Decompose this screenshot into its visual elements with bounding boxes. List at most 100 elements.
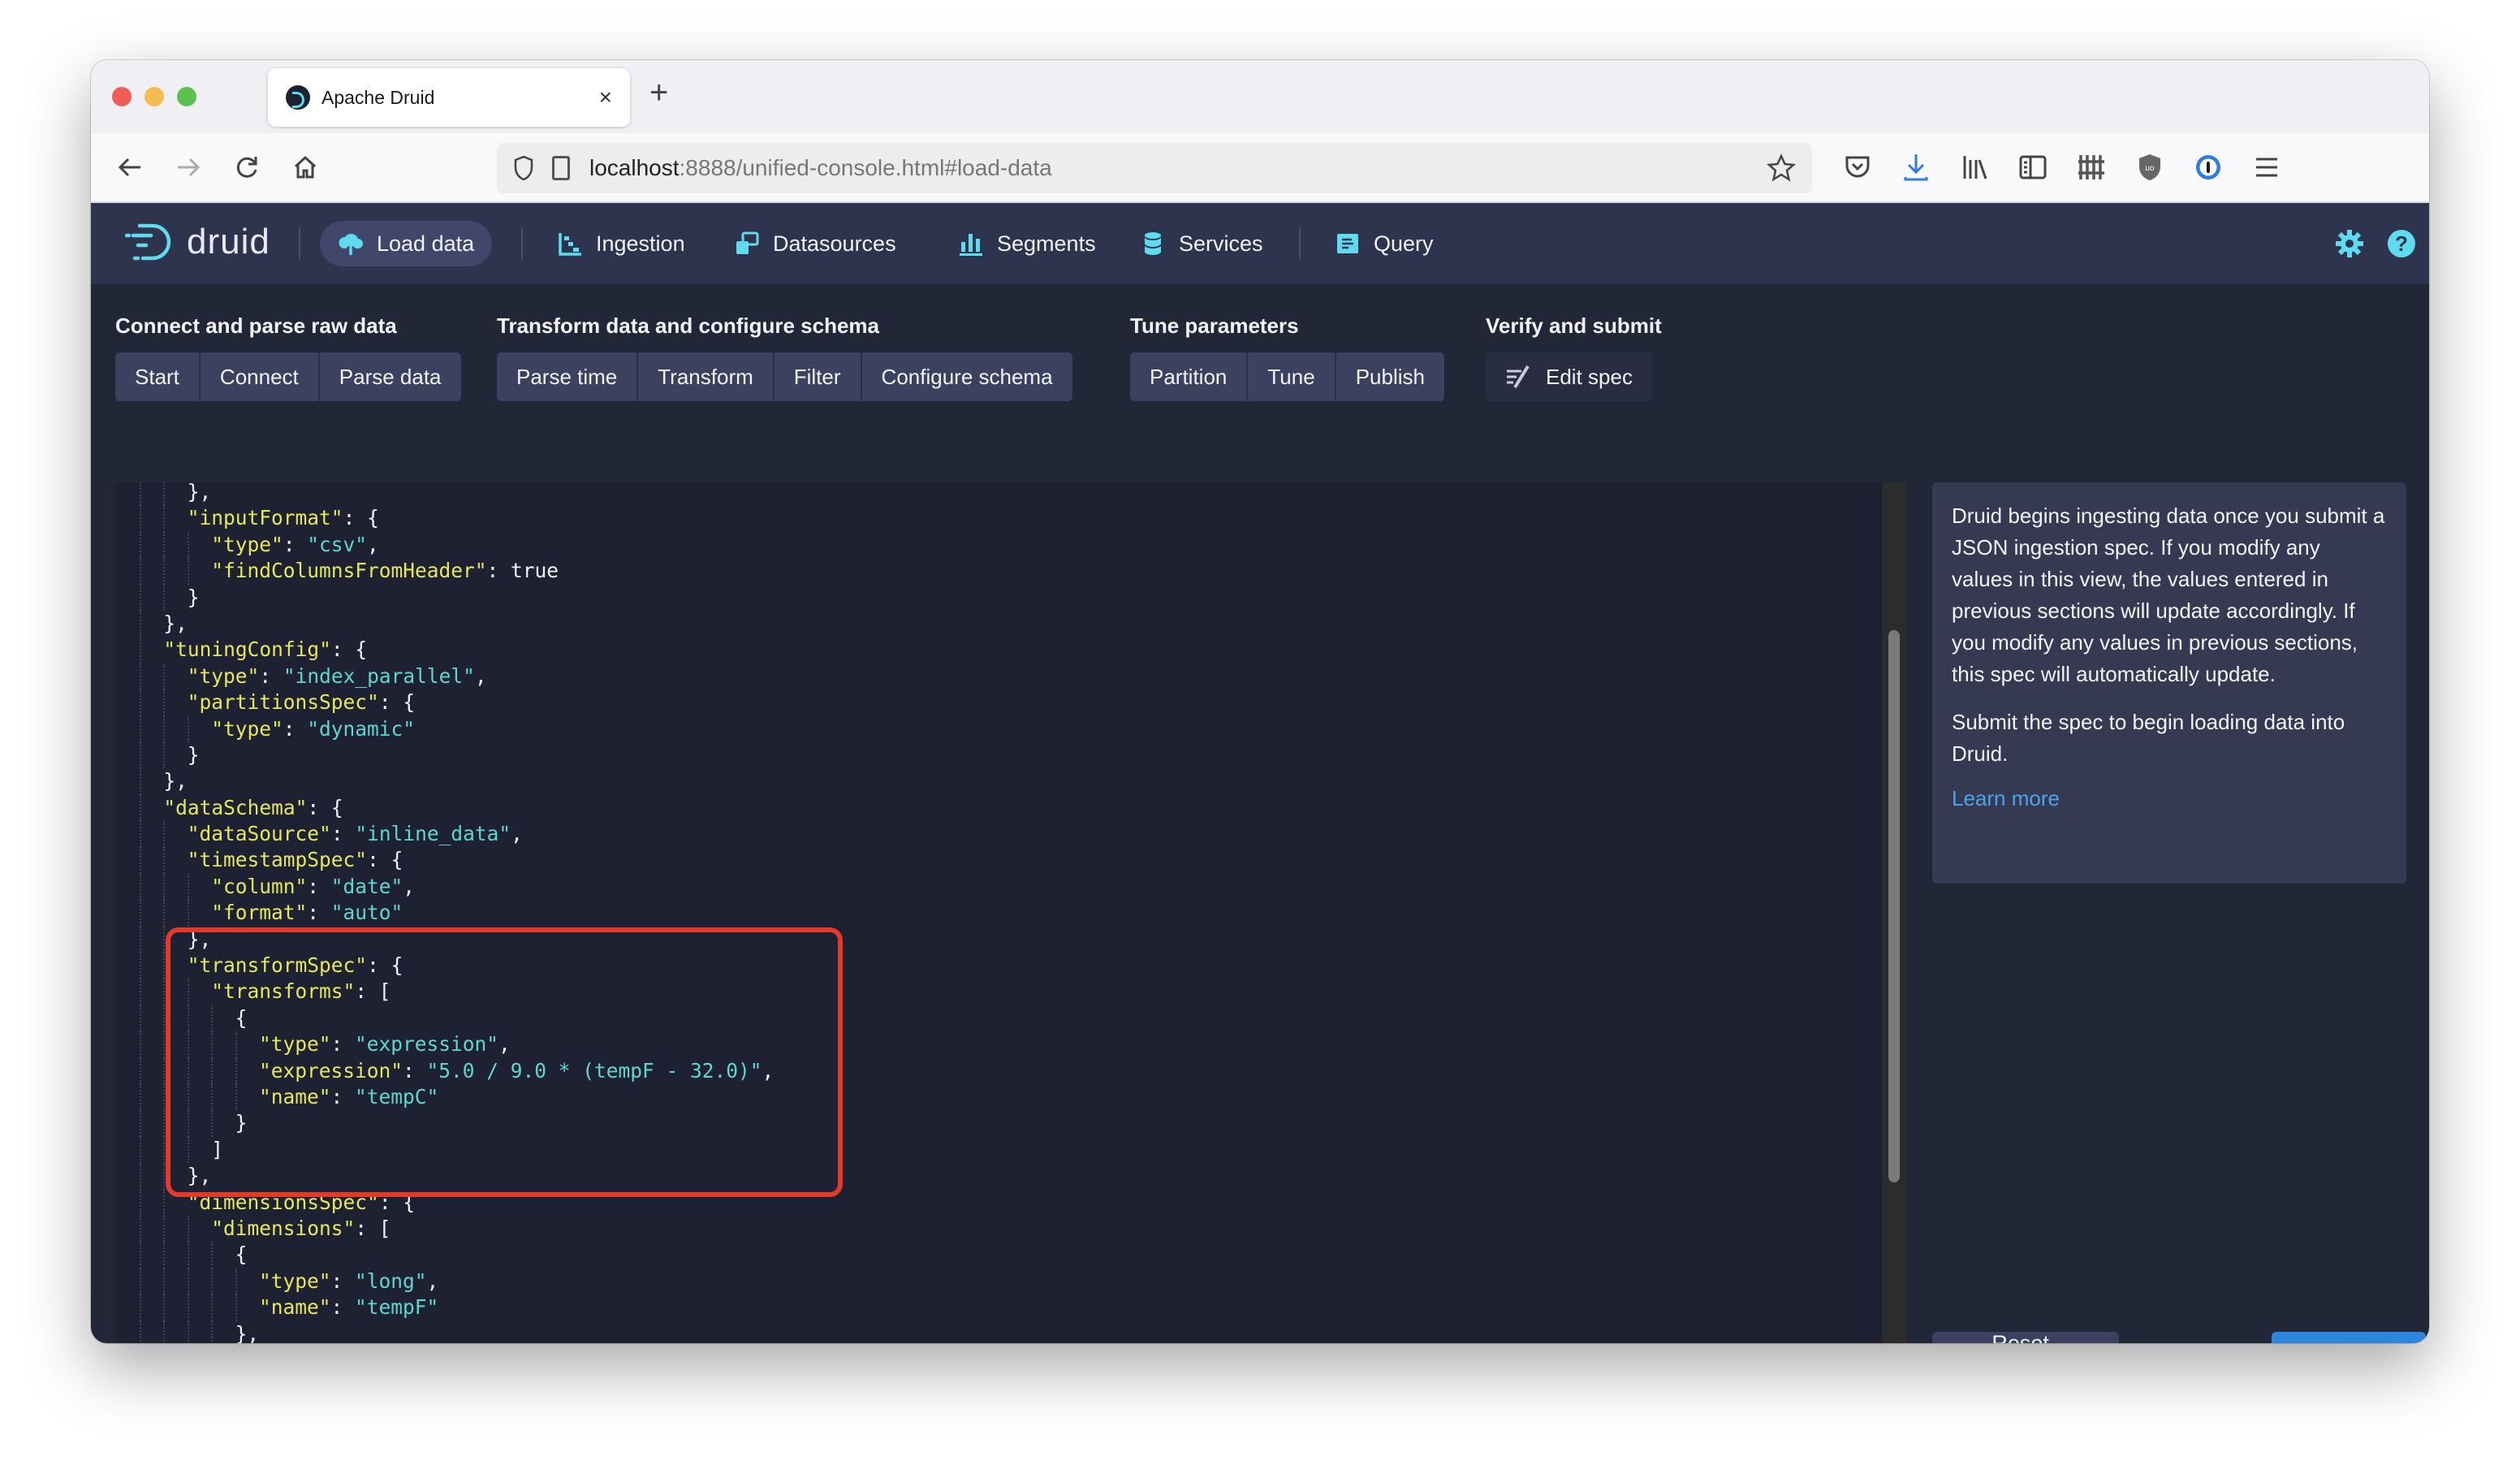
- indent-guide: [140, 610, 141, 637]
- step-group-connect: Connect and parse raw data Start Connect…: [115, 313, 461, 401]
- step-parse-time-button[interactable]: Parse time: [497, 352, 639, 401]
- indent-guide: [211, 1320, 214, 1343]
- nav-query[interactable]: Query: [1317, 221, 1452, 266]
- nav-segments[interactable]: Segments: [940, 221, 1114, 266]
- json-key: "transforms": [211, 979, 356, 1004]
- editor-scrollbar[interactable]: [1882, 482, 1906, 1343]
- load-data-view: Connect and parse raw data Start Connect…: [91, 284, 2429, 1343]
- step-parse-data-button[interactable]: Parse data: [319, 352, 461, 401]
- indent-guide: [235, 1031, 237, 1058]
- code-content: "column": "date",: [211, 874, 415, 900]
- step-start-button[interactable]: Start: [115, 352, 201, 401]
- step-connect-button[interactable]: Connect: [200, 352, 320, 401]
- settings-gear-icon[interactable]: [2333, 227, 2366, 260]
- code-content: "timestampSpec": {: [188, 847, 403, 873]
- json-punctuation: },: [187, 927, 212, 951]
- nav-datasources[interactable]: Datasources: [716, 221, 914, 266]
- indent-guide: [211, 1005, 214, 1032]
- indent-guide: [140, 558, 141, 585]
- nav-services[interactable]: Services: [1122, 221, 1281, 266]
- indent-guide: [163, 1242, 166, 1268]
- druid-logo[interactable]: druid: [125, 221, 270, 263]
- indent-guide: [187, 1136, 189, 1164]
- code-content: "expression": "5.0 / 9.0 * (tempF - 32.0…: [259, 1058, 774, 1084]
- back-icon[interactable]: [112, 149, 148, 185]
- fence-extension-icon[interactable]: [2075, 151, 2108, 184]
- indent-guide: [140, 505, 141, 532]
- reload-icon[interactable]: [229, 149, 265, 185]
- indent-guide: [187, 1215, 189, 1242]
- menu-icon[interactable]: [2250, 151, 2283, 184]
- step-edit-spec-button[interactable]: Edit spec: [1486, 352, 1652, 401]
- tracking-shield-icon[interactable]: [513, 155, 534, 181]
- home-icon[interactable]: [287, 149, 323, 185]
- code-content: "type": "expression",: [259, 1031, 511, 1057]
- forward-icon[interactable]: [170, 149, 206, 185]
- json-punctuation: {: [235, 1005, 248, 1030]
- browser-toolbar: localhost:8888/unified-console.html#load…: [91, 133, 2429, 203]
- indent-guide: [211, 1083, 214, 1111]
- json-spec-editor[interactable]: }, "inputFormat": {"type": "csv", "findCol…: [115, 482, 1906, 1343]
- nav-load-data[interactable]: Load data: [320, 221, 493, 266]
- step-publish-button[interactable]: Publish: [1336, 352, 1444, 401]
- help-icon[interactable]: ?: [2385, 227, 2418, 260]
- step-partition-button[interactable]: Partition: [1130, 352, 1249, 401]
- indent-guide: [187, 1268, 189, 1295]
- step-tune-button[interactable]: Tune: [1248, 352, 1336, 401]
- address-bar[interactable]: localhost:8888/unified-console.html#load…: [497, 143, 1812, 193]
- indent-guide: [140, 873, 141, 901]
- indent-guide: [163, 979, 166, 1005]
- indent-guide: [140, 1163, 141, 1190]
- json-punctuation: },: [187, 1164, 212, 1188]
- onepassword-icon[interactable]: [2192, 151, 2224, 184]
- json-string: "date": [330, 874, 403, 898]
- submit-button[interactable]: Submit: [2272, 1332, 2426, 1343]
- json-punctuation: : {: [378, 1190, 416, 1214]
- library-icon[interactable]: [1958, 151, 1991, 184]
- step-transform-button[interactable]: Transform: [638, 352, 775, 401]
- indent-guide: [211, 1268, 214, 1295]
- indent-guide: [140, 1005, 141, 1032]
- browser-tab-active[interactable]: Apache Druid ×: [268, 68, 630, 127]
- json-string: "csv": [307, 532, 367, 556]
- pocket-icon[interactable]: [1841, 151, 1874, 184]
- nav-label: Datasources: [773, 231, 896, 256]
- indent-guide: [140, 689, 141, 716]
- indent-guide: [163, 1163, 166, 1190]
- page-info-icon[interactable]: [552, 156, 570, 180]
- step-filter-button[interactable]: Filter: [774, 352, 862, 401]
- json-key: "dataSource": [187, 822, 331, 846]
- code-content: "name": "tempF": [259, 1294, 438, 1320]
- nav-ingestion[interactable]: Ingestion: [539, 221, 703, 266]
- zoom-window-button[interactable]: [177, 87, 196, 106]
- step-configure-schema-button[interactable]: Configure schema: [861, 352, 1072, 401]
- json-key: "timestampSpec": [187, 848, 368, 872]
- new-tab-button[interactable]: +: [649, 75, 668, 111]
- downloads-icon[interactable]: [1900, 151, 1932, 184]
- minimize-window-button[interactable]: [145, 87, 164, 106]
- json-punctuation: ,: [403, 874, 415, 898]
- sidebar-icon[interactable]: [2017, 151, 2049, 184]
- indent-guide: [140, 584, 141, 611]
- indent-guide: [163, 531, 166, 559]
- code-content: }: [188, 742, 200, 768]
- json-key: "column": [211, 874, 308, 898]
- indent-guide: [163, 847, 166, 874]
- indent-guide: [163, 1215, 166, 1242]
- close-window-button[interactable]: [112, 87, 132, 106]
- indent-guide: [140, 1110, 141, 1137]
- ublock-icon[interactable]: uo: [2134, 151, 2166, 184]
- learn-more-link[interactable]: Learn more: [1952, 786, 2060, 810]
- edit-spec-icon: [1507, 365, 1530, 389]
- tab-close-icon[interactable]: ×: [599, 84, 612, 110]
- code-content: "type": "csv",: [211, 532, 379, 558]
- json-string: "5.0 / 9.0 * (tempF - 32.0)": [426, 1058, 762, 1083]
- code-content: "inputFormat": {: [188, 505, 379, 531]
- bookmark-star-icon[interactable]: [1767, 153, 1796, 183]
- segments-icon: [960, 234, 982, 256]
- url-text[interactable]: localhost:8888/unified-console.html#load…: [589, 155, 1767, 181]
- indent-guide: [140, 926, 141, 953]
- editor-scrollbar-thumb[interactable]: [1888, 630, 1900, 1182]
- json-key: "findColumnsFromHeader": [211, 559, 487, 583]
- reset-spec-button[interactable]: Reset spec: [1932, 1331, 2119, 1343]
